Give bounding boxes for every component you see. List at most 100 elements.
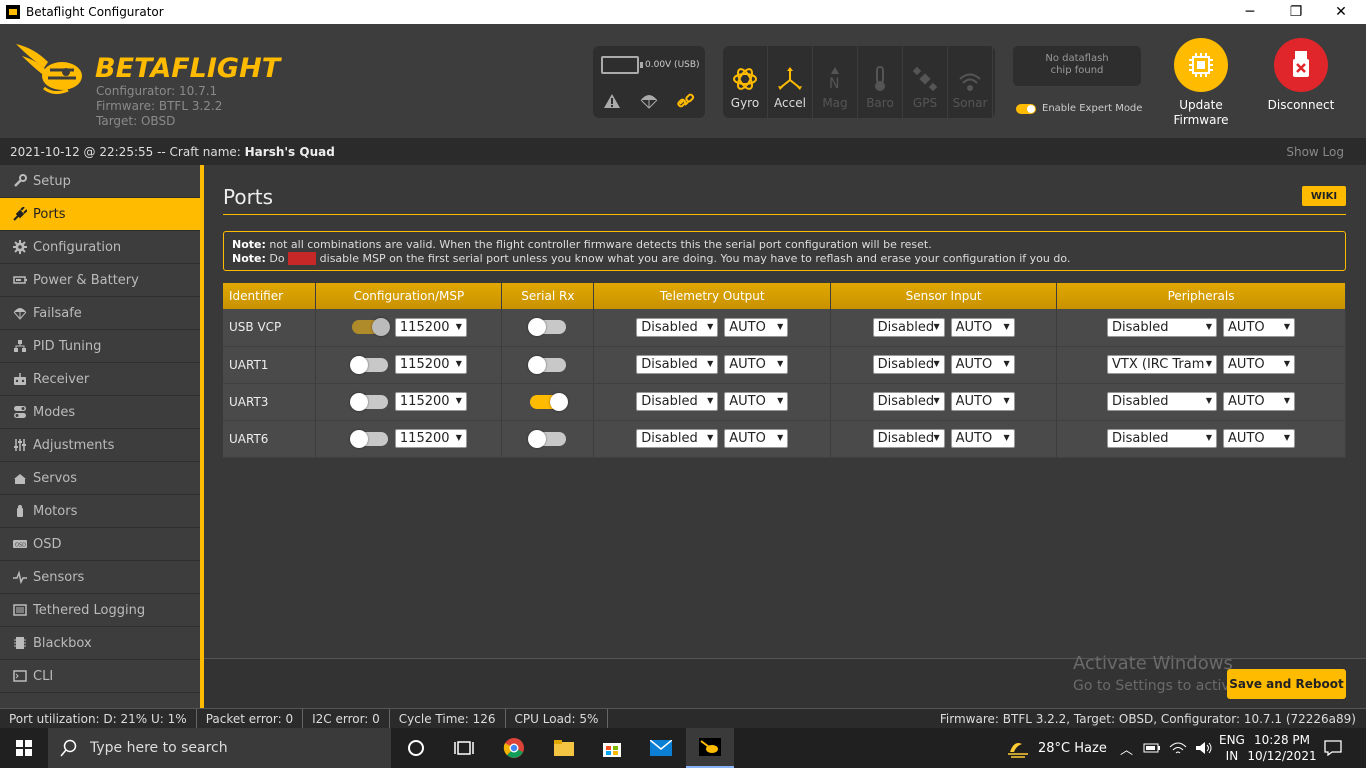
windows-start-icon[interactable] bbox=[0, 728, 48, 768]
peripherals-baud-select[interactable]: AUTO bbox=[1223, 355, 1296, 374]
store-icon[interactable] bbox=[588, 728, 636, 768]
close-button[interactable]: ✕ bbox=[1318, 0, 1364, 24]
serial-rx-toggle[interactable] bbox=[529, 392, 568, 411]
sidebar-item-power-battery[interactable]: Power & Battery bbox=[0, 264, 200, 297]
telemetry-select[interactable]: Disabled bbox=[636, 392, 719, 411]
sidebar-item-ports[interactable]: Ports bbox=[0, 198, 200, 231]
msp-toggle[interactable] bbox=[349, 355, 388, 374]
taskbar-search-input[interactable]: Type here to search bbox=[48, 728, 391, 768]
sensor-select[interactable]: Disabled bbox=[872, 317, 945, 337]
sidebar-item-adjustments[interactable]: Adjustments bbox=[0, 429, 200, 462]
msp-toggle[interactable] bbox=[349, 392, 388, 411]
msp-baud-select[interactable]: 115200 bbox=[394, 317, 467, 337]
telemetry-baud-select[interactable]: AUTO bbox=[724, 317, 789, 337]
show-log-link[interactable]: Show Log bbox=[1286, 145, 1344, 159]
sidebar-item-cli[interactable]: CLI bbox=[0, 660, 200, 693]
sensor-select[interactable]: Disabled bbox=[872, 392, 945, 411]
sliders-icon bbox=[12, 437, 28, 453]
peripherals-baud-select[interactable]: AUTO bbox=[1223, 429, 1296, 448]
sidebar-item-failsafe[interactable]: Failsafe bbox=[0, 297, 200, 330]
sensor-input-cell: DisabledAUTO bbox=[830, 309, 1058, 347]
version-info: Configurator: 10.7.1 Firmware: BTFL 3.2.… bbox=[96, 84, 222, 129]
sidebar-item-tethered-logging[interactable]: Tethered Logging bbox=[0, 594, 200, 627]
mail-icon[interactable] bbox=[637, 728, 685, 768]
baro-icon bbox=[867, 62, 893, 96]
warning-icon bbox=[603, 94, 620, 108]
sidebar-item-blackbox[interactable]: Blackbox bbox=[0, 627, 200, 660]
telemetry-baud-select[interactable]: AUTO bbox=[724, 392, 789, 411]
sidebar-item-sensors[interactable]: Sensors bbox=[0, 561, 200, 594]
sidebar-item-label: Receiver bbox=[33, 371, 90, 387]
msp-baud-select[interactable]: 115200 bbox=[394, 429, 467, 448]
disconnect-button[interactable]: Disconnect bbox=[1264, 38, 1338, 113]
sensor-label: Sonar bbox=[952, 96, 988, 110]
sensor-baud-select[interactable]: AUTO bbox=[950, 429, 1015, 448]
craft-name: Harsh's Quad bbox=[244, 144, 335, 159]
telemetry-select[interactable]: Disabled bbox=[636, 355, 719, 374]
sidebar-item-configuration[interactable]: Configuration bbox=[0, 231, 200, 264]
clock-time: 10:28 PM bbox=[1254, 733, 1310, 747]
sensor-input-cell: Disabled AUTO bbox=[830, 383, 1058, 421]
tray-icons: ︿ bbox=[1120, 728, 1213, 768]
notifications-icon[interactable] bbox=[1324, 728, 1342, 768]
battery-tray-icon[interactable] bbox=[1143, 741, 1161, 755]
sidebar-item-servos[interactable]: Servos bbox=[0, 462, 200, 495]
sensor-select[interactable]: Disabled bbox=[872, 355, 945, 374]
sidebar-item-receiver[interactable]: Receiver bbox=[0, 363, 200, 396]
port-identifier: USB VCP bbox=[223, 309, 317, 347]
dataflash-line1: No dataflash bbox=[1045, 53, 1109, 64]
expert-mode-toggle[interactable]: Enable Expert Mode bbox=[1016, 103, 1142, 114]
log-icon bbox=[12, 602, 28, 618]
telemetry-select[interactable]: Disabled bbox=[636, 317, 719, 337]
peripherals-select[interactable]: Disabled bbox=[1107, 429, 1218, 448]
note-line-2: Note: Do NOT disable MSP on the first se… bbox=[232, 252, 1337, 266]
cycle-time: Cycle Time: 126 bbox=[390, 708, 506, 729]
sensor-baud-select[interactable]: AUTO bbox=[950, 355, 1015, 374]
window-titlebar: Betaflight Configurator ─ ❐ ✕ bbox=[0, 0, 1366, 24]
msp-baud-select[interactable]: 115200 bbox=[394, 355, 467, 374]
clock[interactable]: 10:28 PM 10/12/2021 bbox=[1247, 728, 1316, 768]
telemetry-select[interactable]: Disabled bbox=[636, 429, 719, 448]
language-indicator[interactable]: ENG IN bbox=[1219, 728, 1245, 768]
sidebar-item-modes[interactable]: Modes bbox=[0, 396, 200, 429]
sidebar-item-setup[interactable]: Setup bbox=[0, 165, 200, 198]
telemetry-baud-select[interactable]: AUTO bbox=[724, 355, 789, 374]
telemetry-baud-select[interactable]: AUTO bbox=[724, 429, 789, 448]
expert-mode-switch[interactable] bbox=[1016, 103, 1036, 114]
weather-widget[interactable]: 28°C Haze bbox=[1006, 728, 1107, 768]
wiki-button[interactable]: WIKI bbox=[1302, 186, 1346, 206]
chevron-up-icon[interactable]: ︿ bbox=[1120, 739, 1133, 758]
peripherals-select[interactable]: VTX (IRC Tram bbox=[1107, 355, 1218, 374]
peripherals-cell: Disabled AUTO bbox=[1056, 420, 1346, 458]
peripherals-select[interactable]: Disabled bbox=[1107, 392, 1218, 411]
msp-baud-select[interactable]: 115200 bbox=[394, 392, 467, 411]
file-explorer-icon[interactable] bbox=[540, 728, 588, 768]
sidebar-item-osd[interactable]: OSD OSD bbox=[0, 528, 200, 561]
search-icon bbox=[60, 739, 77, 757]
sidebar-item-label: CLI bbox=[33, 668, 54, 684]
save-and-reboot-button[interactable]: Save and Reboot bbox=[1227, 669, 1346, 699]
sensor-baud-select[interactable]: AUTO bbox=[950, 392, 1015, 411]
peripherals-baud-select[interactable]: AUTO bbox=[1223, 317, 1296, 337]
sensor-baud-select[interactable]: AUTO bbox=[950, 317, 1015, 337]
wifi-icon[interactable] bbox=[1169, 741, 1187, 755]
peripherals-baud-select[interactable]: AUTO bbox=[1223, 392, 1296, 411]
minimize-button[interactable]: ─ bbox=[1227, 0, 1273, 24]
peripherals-select[interactable]: Disabled bbox=[1107, 317, 1218, 337]
cortana-icon[interactable] bbox=[392, 728, 440, 768]
serial-rx-toggle[interactable] bbox=[527, 355, 566, 374]
sensor-select[interactable]: Disabled bbox=[872, 429, 945, 448]
msp-toggle[interactable] bbox=[349, 429, 388, 448]
serial-rx-toggle[interactable] bbox=[527, 318, 566, 337]
sidebar-item-label: Failsafe bbox=[33, 305, 82, 321]
sidebar-item-pid-tuning[interactable]: PID Tuning bbox=[0, 330, 200, 363]
volume-icon[interactable] bbox=[1195, 741, 1213, 755]
sidebar-item-motors[interactable]: Motors bbox=[0, 495, 200, 528]
msp-toggle[interactable] bbox=[351, 318, 390, 337]
chrome-icon[interactable] bbox=[490, 728, 538, 768]
serial-rx-toggle[interactable] bbox=[527, 429, 566, 448]
update-firmware-button[interactable]: Update Firmware bbox=[1166, 38, 1236, 128]
betaflight-taskbar-icon[interactable] bbox=[686, 728, 734, 768]
maximize-button[interactable]: ❐ bbox=[1273, 0, 1319, 24]
task-view-icon[interactable] bbox=[440, 728, 488, 768]
